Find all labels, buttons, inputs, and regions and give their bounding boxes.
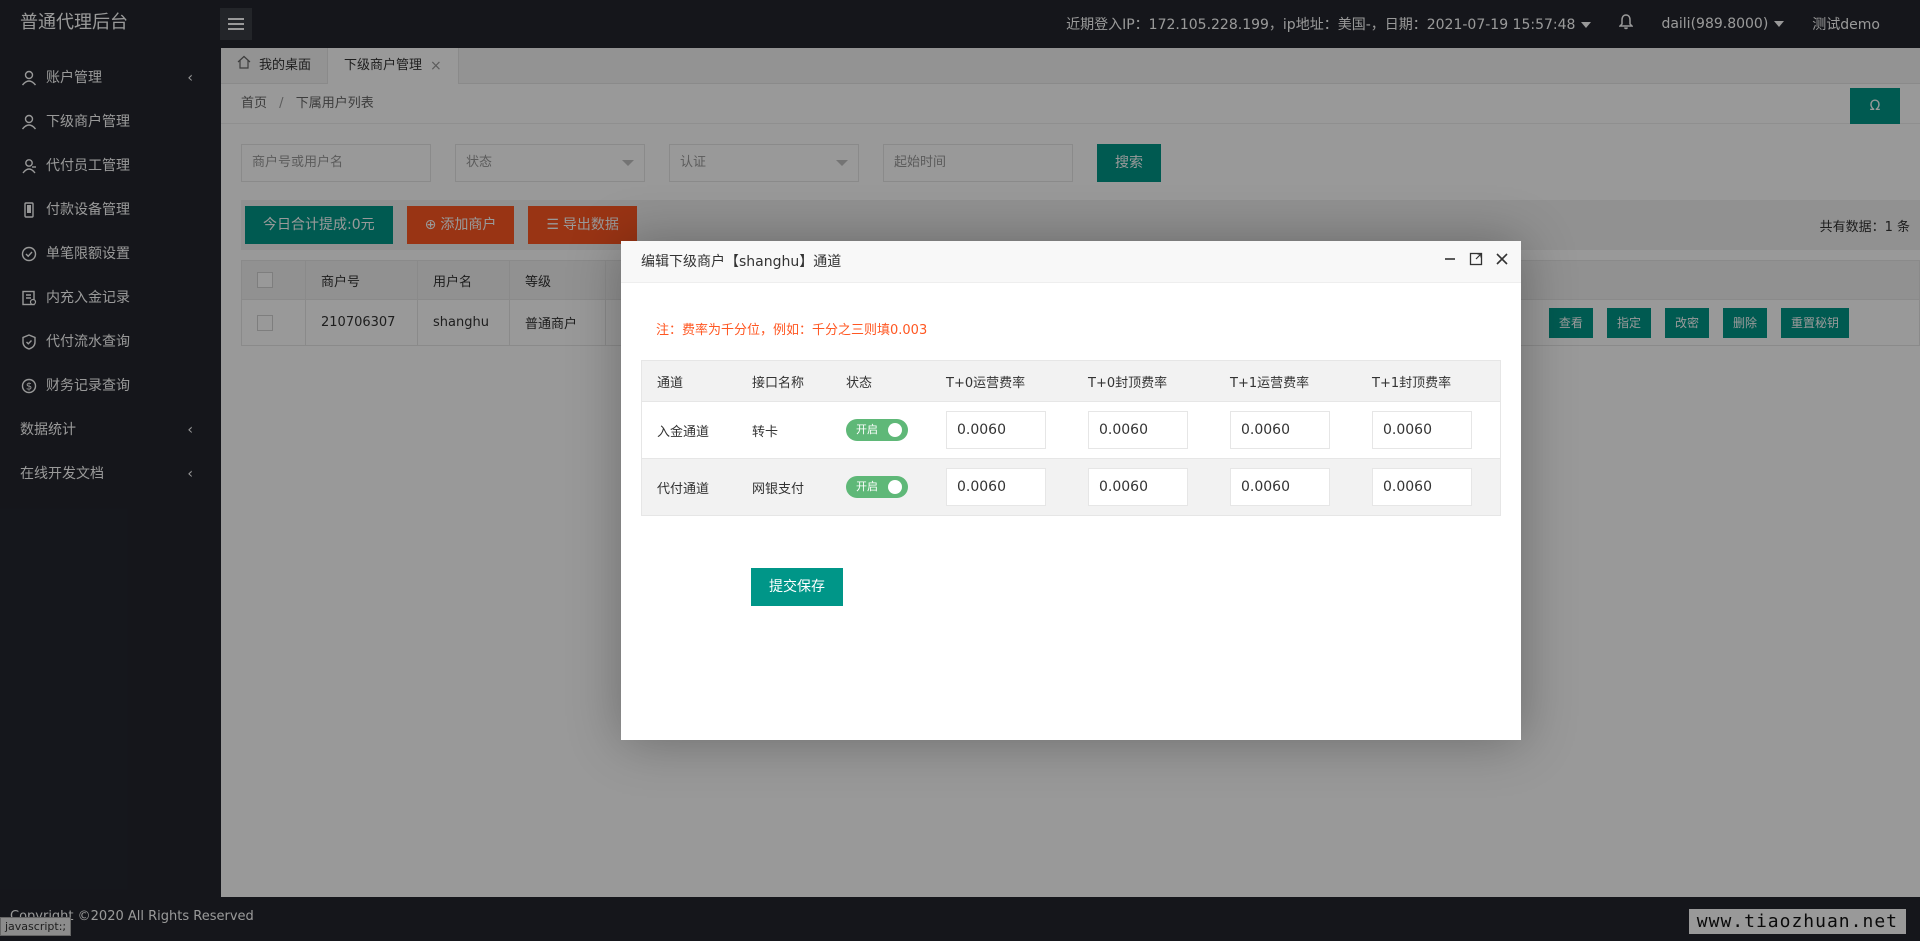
column-header: 状态 <box>846 375 873 391</box>
close-icon[interactable] <box>1495 241 1509 283</box>
dialog-body: 注：费率为千分位，例如：千分之三则填0.003 通道 接口名称 状态 T+0运营… <box>621 283 1521 606</box>
rate-cell: 0.0060 <box>1215 411 1357 449</box>
rate-note: 注：费率为千分位，例如：千分之三则填0.003 <box>656 323 928 338</box>
rate-cell: 0.0060 <box>1073 468 1215 506</box>
status-cell: 开启 <box>831 476 931 498</box>
rate-cell: 0.0060 <box>931 468 1073 506</box>
column-header: T+1封顶费率 <box>1372 375 1452 391</box>
dialog-title: 编辑下级商户【shanghu】通道 <box>641 254 842 270</box>
status-cell: 开启 <box>831 419 931 441</box>
channel-name: 入金通道 <box>657 424 710 440</box>
minimize-icon[interactable] <box>1443 241 1457 283</box>
column-header: 通道 <box>657 375 684 391</box>
channel-table-header: 通道 接口名称 状态 T+0运营费率 T+0封顶费率 T+1运营费率 T+1封顶… <box>642 361 1500 401</box>
toggle-knob <box>888 423 902 437</box>
column-header: 接口名称 <box>752 375 805 391</box>
toggle-label: 开启 <box>856 480 878 493</box>
t0-op-rate-input[interactable]: 0.0060 <box>946 468 1046 506</box>
rate-cell: 0.0060 <box>1215 468 1357 506</box>
t1-op-rate-input[interactable]: 0.0060 <box>1230 411 1330 449</box>
t1-cap-rate-input[interactable]: 0.0060 <box>1372 411 1472 449</box>
t0-cap-rate-input[interactable]: 0.0060 <box>1088 468 1188 506</box>
channel-row-deposit: 入金通道 转卡 开启 0.0060 0.0060 0.0060 0.0060 <box>642 401 1500 458</box>
channel-name: 代付通道 <box>657 481 710 497</box>
submit-save-button[interactable]: 提交保存 <box>751 568 843 606</box>
status-toggle[interactable]: 开启 <box>846 476 908 498</box>
rate-cell: 0.0060 <box>1357 411 1499 449</box>
edit-channel-dialog: 编辑下级商户【shanghu】通道 注：费率为千分位，例如：千分之三则填0.00… <box>621 241 1521 740</box>
t1-op-rate-input[interactable]: 0.0060 <box>1230 468 1330 506</box>
column-header: T+0封顶费率 <box>1088 375 1168 391</box>
api-name: 转卡 <box>752 424 779 440</box>
toggle-label: 开启 <box>856 423 878 436</box>
api-name: 网银支付 <box>752 481 805 497</box>
rate-cell: 0.0060 <box>931 411 1073 449</box>
toggle-knob <box>888 480 902 494</box>
t1-cap-rate-input[interactable]: 0.0060 <box>1372 468 1472 506</box>
channel-table: 通道 接口名称 状态 T+0运营费率 T+0封顶费率 T+1运营费率 T+1封顶… <box>641 360 1501 516</box>
column-header: T+0运营费率 <box>946 375 1026 391</box>
rate-cell: 0.0060 <box>1357 468 1499 506</box>
dialog-controls <box>1443 241 1509 283</box>
status-toggle[interactable]: 开启 <box>846 419 908 441</box>
maximize-icon[interactable] <box>1469 241 1483 283</box>
dialog-header: 编辑下级商户【shanghu】通道 <box>621 241 1521 283</box>
channel-row-payout: 代付通道 网银支付 开启 0.0060 0.0060 0.0060 0.0060 <box>642 458 1500 515</box>
t0-op-rate-input[interactable]: 0.0060 <box>946 411 1046 449</box>
rate-cell: 0.0060 <box>1073 411 1215 449</box>
t0-cap-rate-input[interactable]: 0.0060 <box>1088 411 1188 449</box>
column-header: T+1运营费率 <box>1230 375 1310 391</box>
